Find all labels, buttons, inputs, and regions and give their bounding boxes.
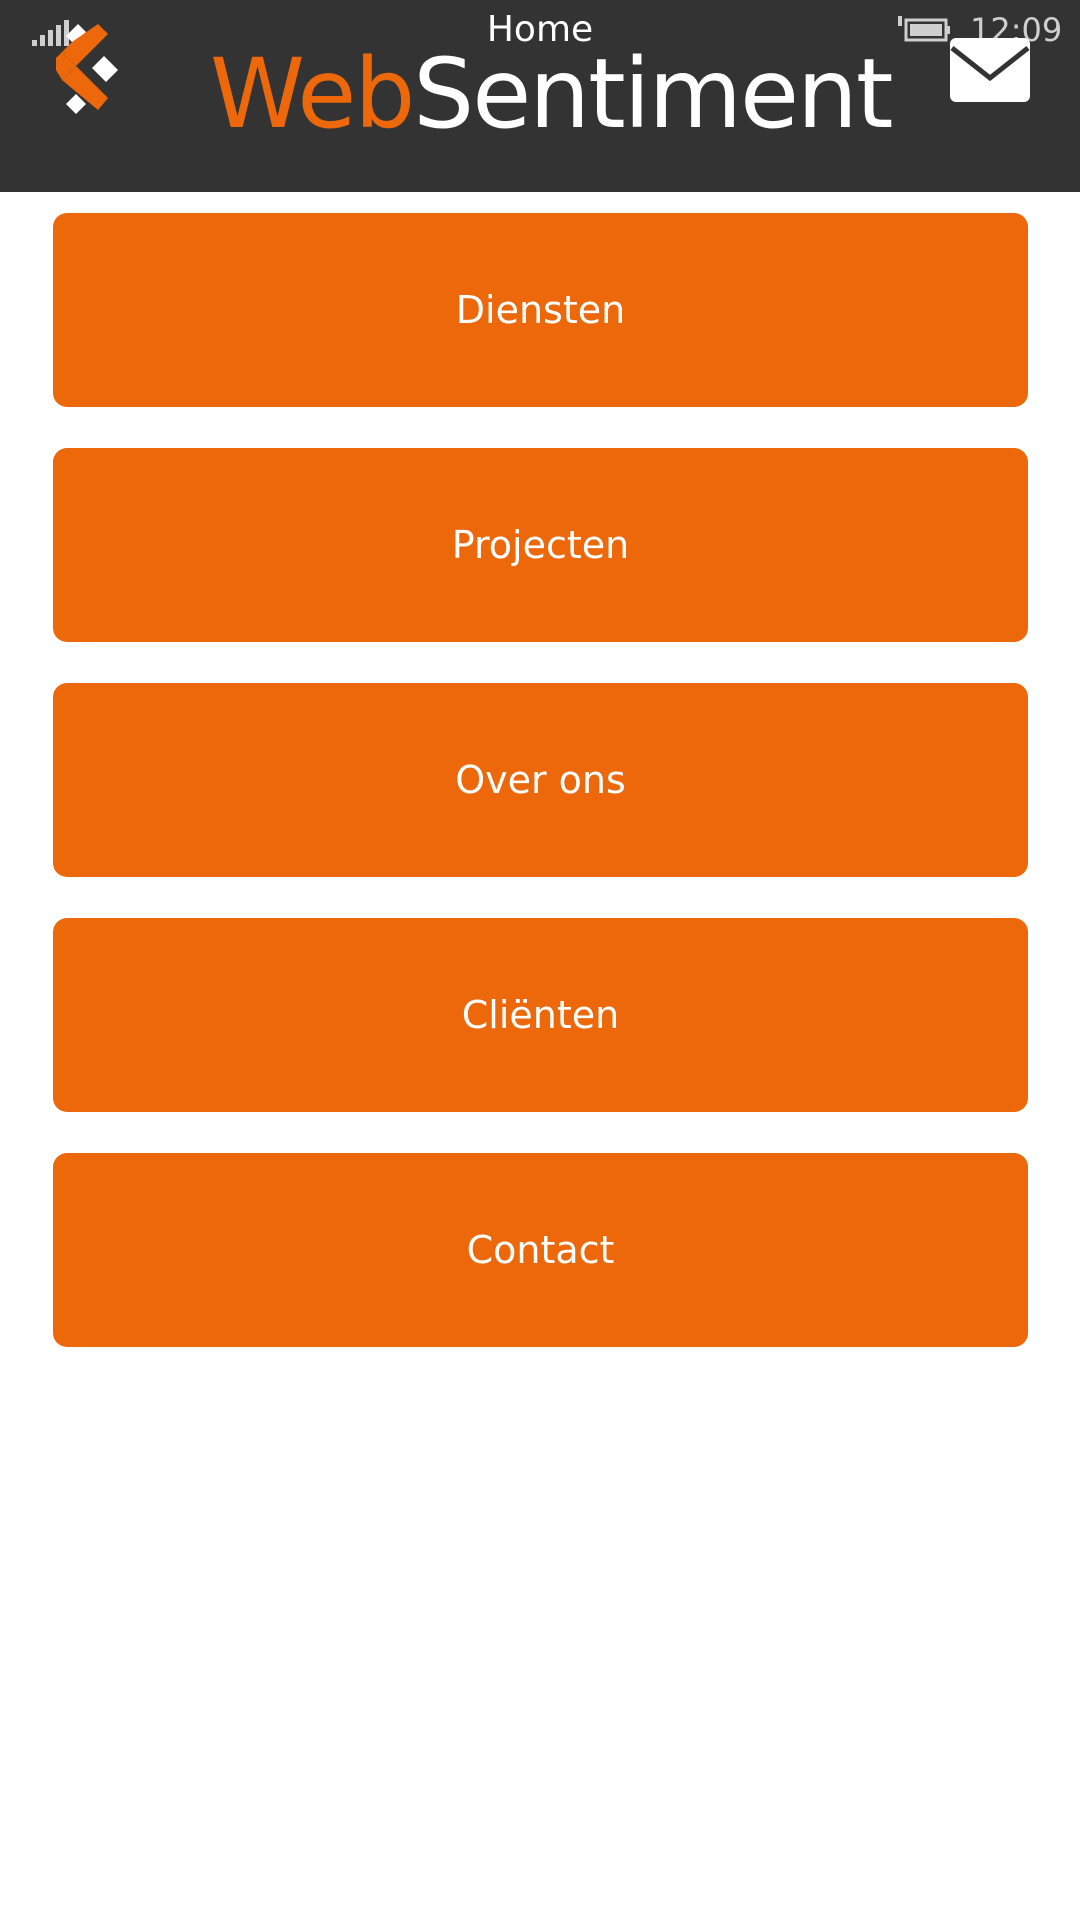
menu-button-projecten[interactable]: Projecten bbox=[53, 448, 1028, 642]
mail-icon[interactable] bbox=[950, 38, 1030, 102]
menu-button-over-ons[interactable]: Over ons bbox=[53, 683, 1028, 877]
app-header: Home WebSentiment 12:09 bbox=[0, 0, 1080, 192]
brand-word-web: Web bbox=[210, 38, 415, 150]
brand-word-sentiment: Sentiment bbox=[413, 38, 893, 150]
menu-button-clienten[interactable]: Cliënten bbox=[53, 918, 1028, 1112]
battery-charging-icon bbox=[898, 16, 950, 42]
main-menu: Diensten Projecten Over ons Cliënten Con… bbox=[53, 213, 1028, 1388]
menu-button-contact[interactable]: Contact bbox=[53, 1153, 1028, 1347]
brand-wordmark: WebSentiment bbox=[210, 44, 894, 144]
menu-button-diensten[interactable]: Diensten bbox=[53, 213, 1028, 407]
